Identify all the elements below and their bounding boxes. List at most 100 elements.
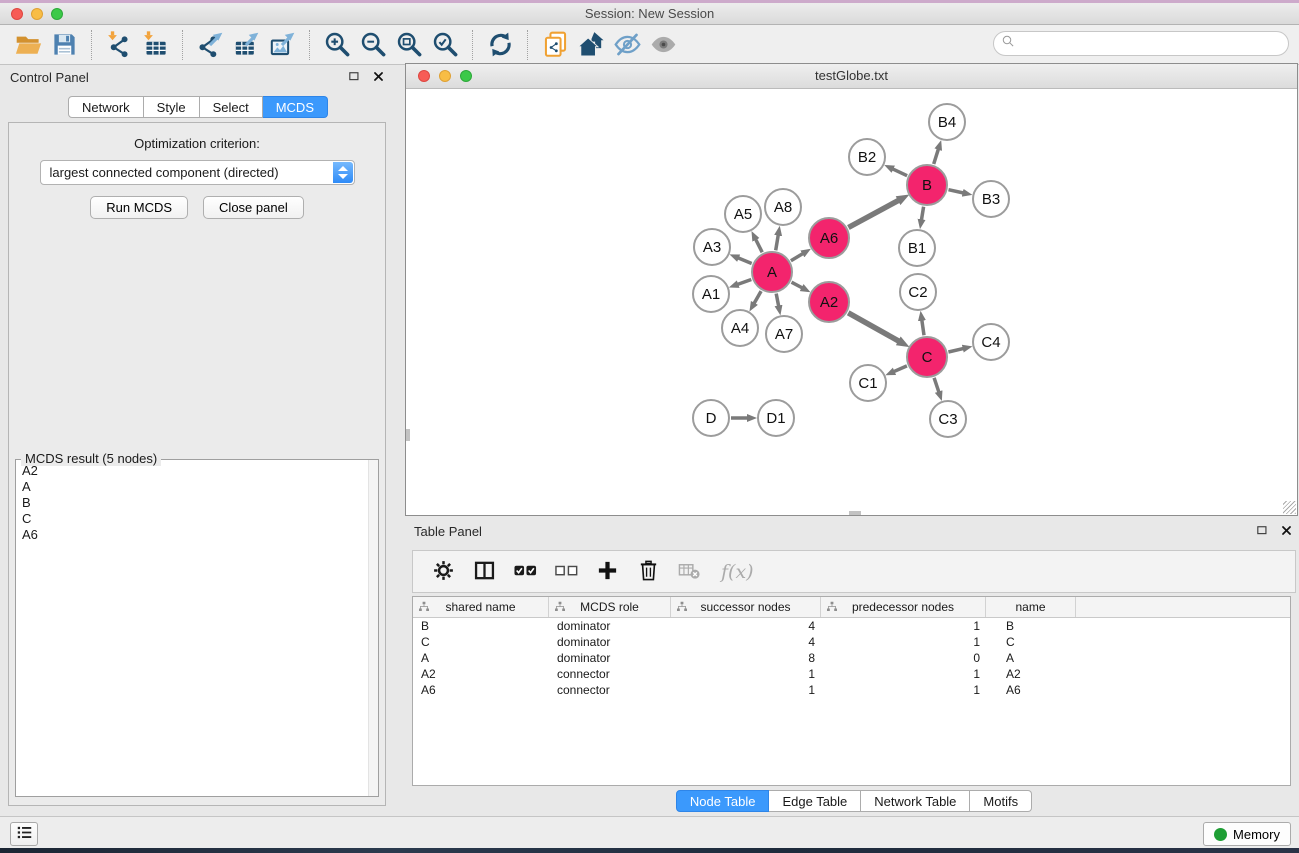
vertical-scroll-mark[interactable] [406, 429, 410, 441]
tab-style[interactable]: Style [144, 96, 200, 118]
cell-name[interactable]: B [986, 619, 1076, 633]
toolbar-zoom-out-button[interactable] [355, 28, 391, 62]
result-item[interactable]: A2 [16, 463, 367, 479]
tab-network[interactable]: Network [68, 96, 144, 118]
cell-successor-nodes[interactable]: 8 [671, 651, 821, 665]
network-canvas[interactable]: B4B2BB3A8A5A6A3B1AA1C2A2A4A7C4CC1C3DD1 [406, 89, 1297, 515]
column-header-predecessor-nodes[interactable]: predecessor nodes [821, 597, 986, 617]
graph-edge-B-B1[interactable] [921, 207, 923, 221]
table-toolbar-trash-button[interactable] [635, 559, 661, 585]
cell-successor-nodes[interactable]: 4 [671, 619, 821, 633]
cell-successor-nodes[interactable]: 1 [671, 667, 821, 681]
result-item[interactable]: A [16, 479, 367, 495]
graph-edge-A-A2[interactable] [792, 282, 803, 288]
toolbar-open-folder-button[interactable] [10, 28, 46, 62]
table-row-C[interactable]: Cdominator41C [413, 634, 1290, 650]
cell-predecessor-nodes[interactable]: 1 [821, 635, 986, 649]
cell-successor-nodes[interactable]: 4 [671, 635, 821, 649]
tab-motifs[interactable]: Motifs [970, 790, 1032, 812]
toolbar-import-table-button[interactable] [137, 28, 173, 62]
graph-node-A1[interactable]: A1 [692, 275, 730, 313]
cell-name[interactable]: A2 [986, 667, 1076, 681]
cell-MCDS-role[interactable]: connector [549, 683, 671, 697]
graph-node-A3[interactable]: A3 [693, 228, 731, 266]
cell-MCDS-role[interactable]: dominator [549, 651, 671, 665]
tab-select[interactable]: Select [200, 96, 263, 118]
tab-mcds[interactable]: MCDS [263, 96, 328, 118]
criterion-dropdown[interactable]: largest connected component (directed) [40, 160, 355, 185]
search-box[interactable] [993, 31, 1289, 56]
toolbar-hide-details-button[interactable] [609, 28, 645, 62]
search-input[interactable] [1017, 34, 1288, 54]
cell-predecessor-nodes[interactable]: 1 [821, 619, 986, 633]
graph-edge-A-A1[interactable] [737, 280, 751, 285]
graph-node-A2[interactable]: A2 [808, 281, 850, 323]
graph-node-C1[interactable]: C1 [849, 364, 887, 402]
toolbar-zoom-in-button[interactable] [319, 28, 355, 62]
horizontal-scroll-mark[interactable] [849, 511, 861, 515]
table-toolbar-uncheck-pair-button[interactable] [553, 559, 579, 585]
graph-node-A[interactable]: A [751, 251, 793, 293]
cell-MCDS-role[interactable]: dominator [549, 635, 671, 649]
cell-predecessor-nodes[interactable]: 1 [821, 667, 986, 681]
table-row-A2[interactable]: A2connector11A2 [413, 666, 1290, 682]
tab-network-table[interactable]: Network Table [861, 790, 970, 812]
graph-node-A6[interactable]: A6 [808, 217, 850, 259]
cell-predecessor-nodes[interactable]: 1 [821, 683, 986, 697]
cell-name[interactable]: A [986, 651, 1076, 665]
close-panel-button[interactable]: Close panel [203, 196, 304, 219]
table-toolbar-check-pair-button[interactable] [512, 559, 538, 585]
cell-MCDS-role[interactable]: connector [549, 667, 671, 681]
column-header-name[interactable]: name [986, 597, 1076, 617]
cell-name[interactable]: C [986, 635, 1076, 649]
graph-node-C[interactable]: C [906, 336, 948, 378]
graph-edge-B-B4[interactable] [934, 149, 939, 164]
graph-edge-A2-C[interactable] [848, 313, 899, 342]
cell-shared-name[interactable]: A [413, 651, 549, 665]
toolbar-export-network-button[interactable] [192, 28, 228, 62]
graph-node-A7[interactable]: A7 [765, 315, 803, 353]
graph-edge-A-A6[interactable] [791, 253, 803, 260]
graph-node-B3[interactable]: B3 [972, 180, 1010, 218]
control-panel-close-button[interactable] [370, 70, 386, 86]
graph-node-A4[interactable]: A4 [721, 309, 759, 347]
toolbar-import-network-button[interactable] [101, 28, 137, 62]
memory-button[interactable]: Memory [1203, 822, 1291, 846]
cell-shared-name[interactable]: C [413, 635, 549, 649]
graph-edge-B-B2[interactable] [892, 169, 907, 176]
toolbar-export-table-button[interactable] [228, 28, 264, 62]
graph-edge-C-C4[interactable] [948, 348, 963, 352]
task-history-button[interactable] [10, 822, 38, 846]
table-row-A6[interactable]: A6connector11A6 [413, 682, 1290, 698]
tab-edge-table[interactable]: Edge Table [769, 790, 861, 812]
graph-node-B4[interactable]: B4 [928, 103, 966, 141]
toolbar-clone-network-button[interactable] [537, 28, 573, 62]
column-header-successor-nodes[interactable]: successor nodes [671, 597, 821, 617]
table-row-A[interactable]: Adominator80A [413, 650, 1290, 666]
graph-node-C2[interactable]: C2 [899, 273, 937, 311]
graph-node-D1[interactable]: D1 [757, 399, 795, 437]
graph-edge-A-A8[interactable] [776, 235, 779, 251]
cell-shared-name[interactable]: B [413, 619, 549, 633]
resize-grip[interactable] [1283, 501, 1296, 514]
graph-node-A5[interactable]: A5 [724, 195, 762, 233]
result-item[interactable]: C [16, 511, 367, 527]
toolbar-save-button[interactable] [46, 28, 82, 62]
graph-node-A8[interactable]: A8 [764, 188, 802, 226]
graph-edge-C-C3[interactable] [934, 378, 939, 393]
table-panel-close-button[interactable] [1278, 524, 1294, 540]
graph-edge-C-C1[interactable] [894, 366, 907, 372]
graph-node-C4[interactable]: C4 [972, 323, 1010, 361]
cell-name[interactable]: A6 [986, 683, 1076, 697]
table-panel-float-button[interactable] [1254, 524, 1270, 540]
table-toolbar-plus-button[interactable] [594, 559, 620, 585]
run-mcds-button[interactable]: Run MCDS [90, 196, 188, 219]
table-row-B[interactable]: Bdominator41B [413, 618, 1290, 634]
table-toolbar-columns-button[interactable] [471, 559, 497, 585]
graph-edge-C-C2[interactable] [922, 320, 924, 336]
table-toolbar-gear-button[interactable] [430, 559, 456, 585]
graph-node-C3[interactable]: C3 [929, 400, 967, 438]
column-header-shared-name[interactable]: shared name [413, 597, 549, 617]
graph-node-B2[interactable]: B2 [848, 138, 886, 176]
graph-edge-A-A3[interactable] [738, 258, 752, 264]
